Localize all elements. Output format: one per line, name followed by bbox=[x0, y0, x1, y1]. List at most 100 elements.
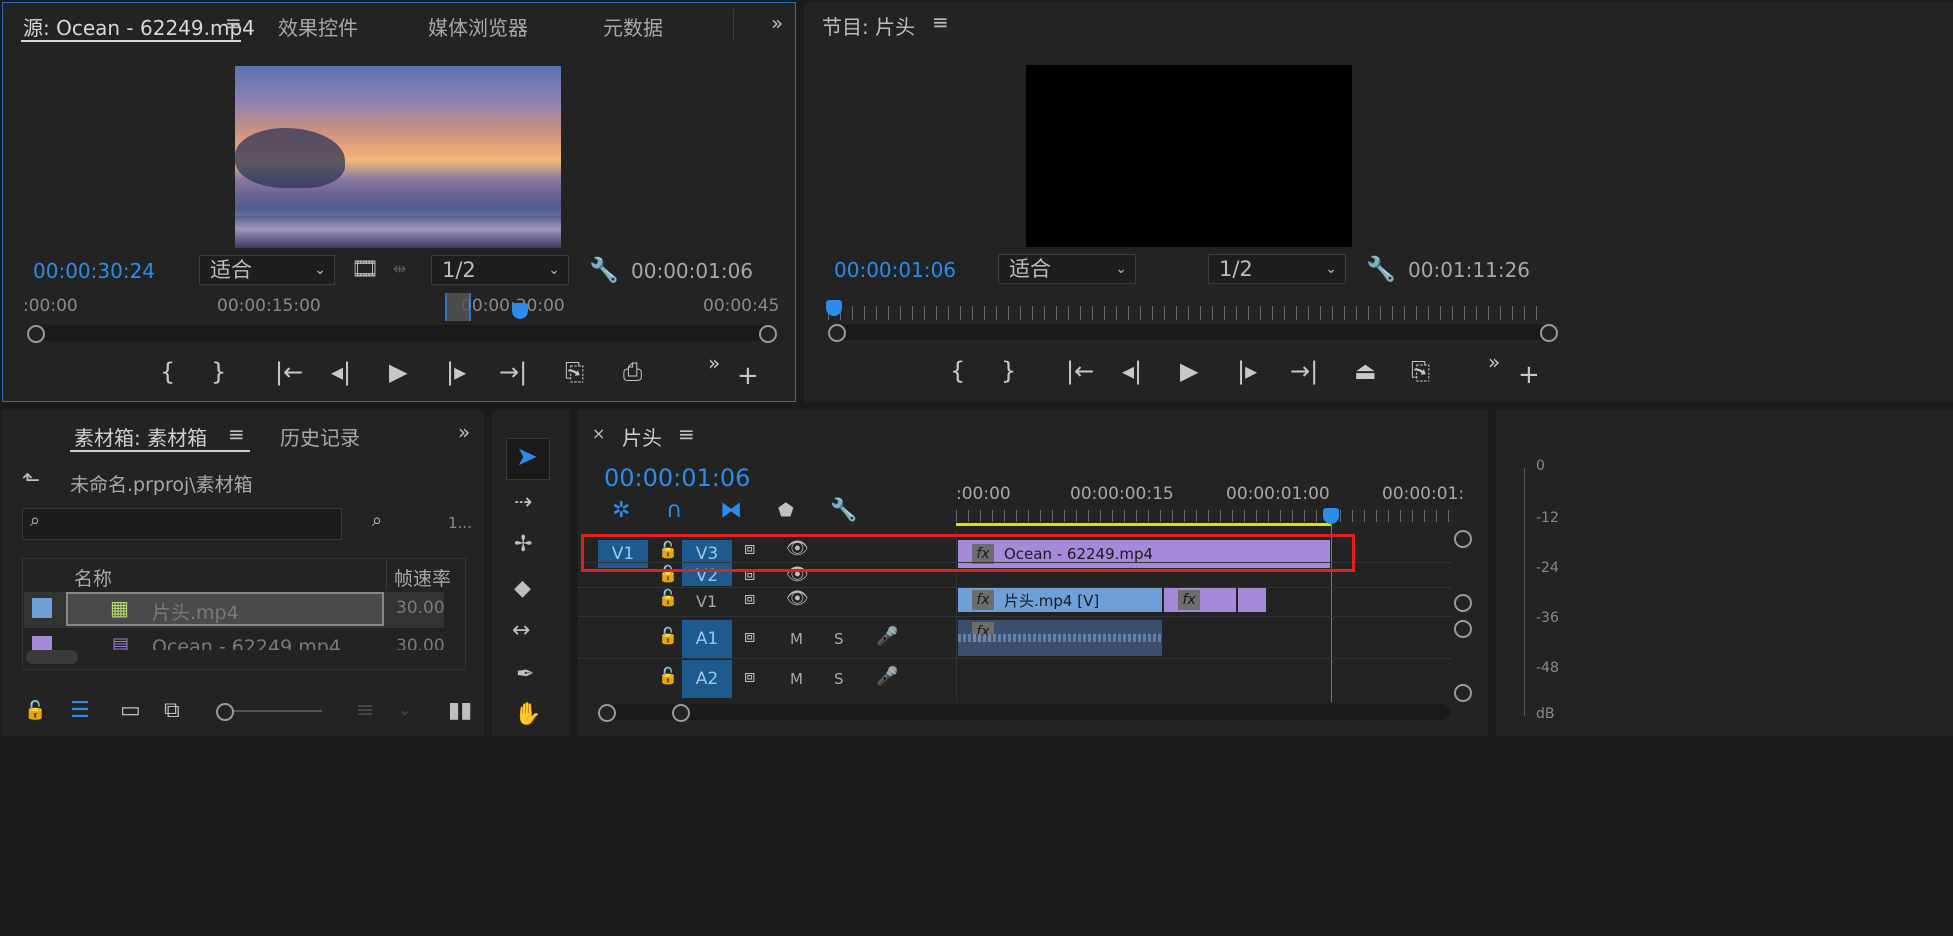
track-select-icon[interactable]: ⇢ bbox=[514, 492, 532, 514]
timeline-time-ruler[interactable] bbox=[956, 510, 1450, 522]
mute-button[interactable]: M bbox=[790, 630, 803, 648]
chevron-down-icon[interactable]: ⌄ bbox=[398, 702, 411, 718]
source-zoom-end-handle[interactable] bbox=[759, 325, 777, 343]
step-back-icon[interactable]: ◂| bbox=[331, 360, 351, 384]
lift-icon[interactable]: ⏏ bbox=[1354, 359, 1377, 383]
solo-button[interactable]: S bbox=[834, 630, 844, 648]
program-title[interactable]: 节目: 片头 bbox=[822, 11, 915, 40]
program-time-ruler[interactable] bbox=[828, 306, 1548, 320]
list-view-icon[interactable]: ☰ bbox=[70, 700, 90, 722]
go-to-in-icon[interactable]: |← bbox=[1066, 359, 1094, 383]
menu-icon[interactable]: ≡ bbox=[228, 424, 245, 444]
program-zoom-end-handle[interactable] bbox=[1540, 324, 1558, 342]
sync-lock-icon[interactable]: ⧈ bbox=[744, 628, 755, 646]
play-icon[interactable]: ▶ bbox=[389, 360, 407, 384]
automate-icon[interactable]: ▮▮ bbox=[448, 700, 472, 722]
menu-icon[interactable]: ≡ bbox=[678, 424, 695, 444]
film-strip-icon[interactable]: 🎞 bbox=[351, 259, 379, 281]
menu-icon[interactable]: ≡ bbox=[225, 13, 242, 33]
go-to-out-icon[interactable]: →| bbox=[499, 360, 527, 384]
solo-button[interactable]: S bbox=[834, 670, 844, 688]
icon-view-icon[interactable]: ▭ bbox=[120, 700, 141, 722]
source-playhead[interactable] bbox=[512, 303, 528, 319]
play-icon[interactable]: ▶ bbox=[1180, 359, 1198, 383]
tab-media-browser[interactable]: 媒体浏览器 bbox=[428, 12, 528, 41]
wrench-icon[interactable]: 🔧 bbox=[830, 500, 857, 522]
marker-icon[interactable]: ⬟ bbox=[778, 502, 794, 520]
step-forward-icon[interactable]: |▸ bbox=[446, 360, 466, 384]
lock-icon[interactable]: 🔓 bbox=[658, 628, 678, 644]
go-to-out-icon[interactable]: →| bbox=[1290, 359, 1318, 383]
column-name-header[interactable]: 名称 bbox=[74, 564, 112, 591]
clip-ocean-v1-tail[interactable] bbox=[1238, 588, 1266, 612]
tab-bin[interactable]: 素材箱: 素材箱 bbox=[74, 422, 207, 451]
ripple-edit-icon[interactable]: ✢ bbox=[514, 534, 532, 556]
track-target-a2[interactable]: A2 bbox=[682, 660, 732, 698]
menu-icon[interactable]: ≡ bbox=[932, 12, 949, 32]
slip-icon[interactable]: ↔ bbox=[512, 620, 530, 642]
zoom-slider[interactable] bbox=[224, 710, 322, 712]
eye-icon[interactable]: 👁 bbox=[786, 590, 809, 608]
overwrite-icon[interactable]: ⎙ bbox=[623, 360, 642, 384]
wrench-icon[interactable]: 🔧 bbox=[1366, 257, 1396, 281]
folder-up-icon[interactable]: ⬑ bbox=[22, 470, 40, 492]
track-label-v1[interactable]: V1 bbox=[696, 592, 717, 611]
razor-icon[interactable]: ◆ bbox=[514, 578, 531, 600]
go-to-in-icon[interactable]: |← bbox=[275, 360, 303, 384]
item-color-label[interactable] bbox=[32, 598, 52, 618]
add-button-icon[interactable]: + bbox=[737, 363, 759, 389]
fx-badge[interactable]: fx bbox=[1178, 590, 1200, 610]
tab-history[interactable]: 历史记录 bbox=[280, 422, 360, 451]
pen-icon[interactable]: ✒ bbox=[516, 664, 534, 686]
insert-icon[interactable]: ⎘ bbox=[565, 360, 584, 384]
more-tabs-icon[interactable]: » bbox=[771, 13, 783, 33]
more-buttons-icon[interactable]: » bbox=[708, 353, 720, 373]
program-current-timecode[interactable]: 00:00:01:06 bbox=[834, 258, 956, 282]
linked-selection-icon[interactable]: ⧓ bbox=[720, 500, 742, 522]
sync-lock-icon[interactable]: ⧈ bbox=[744, 668, 755, 686]
vertical-scroll-handle[interactable] bbox=[1454, 620, 1472, 638]
work-area-bar[interactable] bbox=[956, 523, 1332, 526]
clip-ocean-v1[interactable]: fx bbox=[1164, 588, 1236, 612]
lock-icon[interactable]: 🔓 bbox=[658, 668, 678, 684]
timeline-playhead-head[interactable] bbox=[1323, 508, 1339, 524]
timeline-horizontal-scrollbar[interactable] bbox=[598, 704, 1450, 720]
step-forward-icon[interactable]: |▸ bbox=[1237, 359, 1257, 383]
track-target-a1[interactable]: A1 bbox=[682, 620, 732, 658]
mark-in-button[interactable]: { bbox=[160, 360, 175, 384]
h-scroll-end-handle[interactable] bbox=[672, 704, 690, 722]
zoom-slider-handle[interactable] bbox=[216, 703, 234, 721]
extract-icon[interactable]: ⎘ bbox=[1411, 359, 1430, 383]
wrench-icon[interactable]: 🔧 bbox=[589, 258, 619, 282]
sort-icon[interactable]: ≡ bbox=[356, 700, 374, 722]
source-fit-dropdown[interactable]: 适合 ⌄ bbox=[199, 255, 335, 285]
vertical-scroll-handle[interactable] bbox=[1454, 594, 1472, 612]
list-scrollbar[interactable] bbox=[26, 650, 78, 664]
clip-intro[interactable]: fx 片头.mp4 [V] bbox=[958, 588, 1162, 612]
source-zoom-scrollbar[interactable] bbox=[27, 325, 775, 341]
vertical-scroll-handle[interactable] bbox=[1454, 684, 1472, 702]
find-icon[interactable]: ⌕ bbox=[372, 512, 382, 530]
nest-icon[interactable]: ✲ bbox=[612, 500, 630, 522]
microphone-icon[interactable]: 🎤 bbox=[876, 628, 898, 646]
timeline-timecode[interactable]: 00:00:01:06 bbox=[604, 464, 750, 492]
program-fit-dropdown[interactable]: 适合 ⌄ bbox=[998, 254, 1136, 284]
lock-icon[interactable]: 🔓 bbox=[24, 702, 46, 720]
drag-video-icon[interactable]: ⇹ bbox=[393, 261, 406, 277]
mark-out-button[interactable]: } bbox=[1001, 359, 1016, 383]
source-current-timecode[interactable]: 00:00:30:24 bbox=[33, 259, 155, 283]
column-fps-header[interactable]: 帧速率 bbox=[394, 564, 451, 591]
more-buttons-icon[interactable]: » bbox=[1488, 352, 1500, 372]
source-in-out-marker[interactable] bbox=[445, 293, 471, 321]
clip-audio[interactable]: fx bbox=[958, 620, 1162, 656]
freeform-view-icon[interactable]: ⧉ bbox=[164, 700, 180, 722]
step-back-icon[interactable]: ◂| bbox=[1122, 359, 1142, 383]
tab-metadata[interactable]: 元数据 bbox=[603, 12, 663, 41]
item-color-label[interactable] bbox=[32, 636, 52, 650]
source-resolution-dropdown[interactable]: 1/2 ⌄ bbox=[431, 255, 569, 285]
mute-button[interactable]: M bbox=[790, 670, 803, 688]
tab-source[interactable]: 源: Ocean - 62249.mp4 bbox=[23, 12, 255, 41]
program-playhead[interactable] bbox=[826, 300, 842, 316]
search-input[interactable] bbox=[22, 508, 342, 540]
mark-out-button[interactable]: } bbox=[211, 360, 226, 384]
